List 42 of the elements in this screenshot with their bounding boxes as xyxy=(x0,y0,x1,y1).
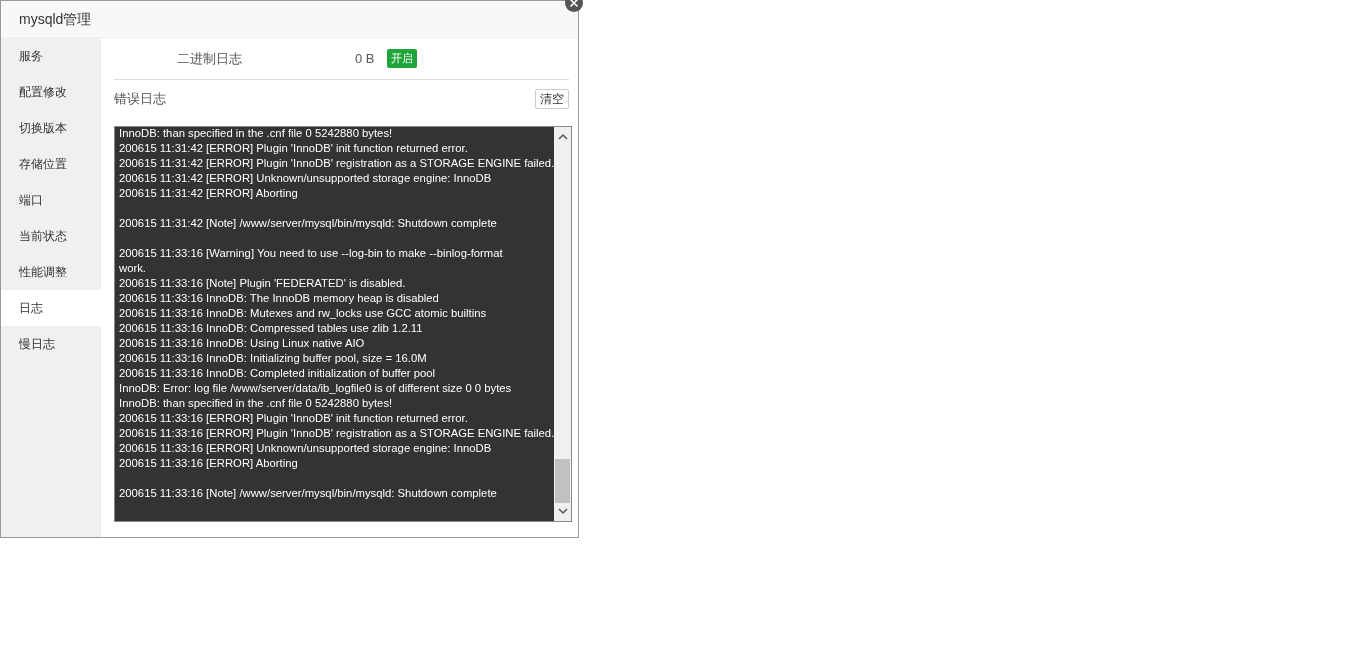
log-line: 200615 11:31:42 [ERROR] Plugin 'InnoDB' registration as a STORAGE ENGINE failed. xyxy=(119,156,555,171)
sidebar-item[interactable]: 存储位置 xyxy=(1,146,101,182)
log-line: 200615 11:33:16 InnoDB: Using Linux native AIO xyxy=(119,336,366,351)
log-line: 200615 11:31:42 [ERROR] Aborting xyxy=(119,186,299,201)
log-line: 200615 11:33:16 [Note] Plugin 'FEDERATED' is disabled. xyxy=(119,276,407,291)
log-line: 200615 11:31:42 [ERROR] Unknown/unsupported storage engine: InnoDB xyxy=(119,171,493,186)
sidebar-item[interactable]: 日志 xyxy=(1,290,101,326)
status-badge: 开启 xyxy=(386,49,417,68)
sidebar-item[interactable]: 性能调整 xyxy=(1,254,101,290)
clear-button[interactable]: 清空 xyxy=(535,89,570,109)
log-line: 200615 11:33:16 InnoDB: The InnoDB memory heap is disabled xyxy=(119,291,440,306)
log-line: 200615 11:33:16 [ERROR] Unknown/unsupported storage engine: InnoDB xyxy=(119,441,493,456)
log-line: 200615 11:33:16 [ERROR] Plugin 'InnoDB' init function returned error. xyxy=(119,411,469,426)
log-line: 200615 11:31:42 [Note] /www/server/mysql/bin/mysqld: Shutdown complete xyxy=(119,216,498,231)
log-line: 200615 11:33:16 [Note] /www/server/mysql/bin/mysqld: Shutdown complete xyxy=(119,486,498,501)
log-line: work. xyxy=(119,261,147,276)
sidebar-item[interactable]: 服务 xyxy=(1,38,101,74)
sidebar-item[interactable]: 切换版本 xyxy=(1,110,101,146)
log-line: InnoDB: Error: log file /www/server/data/ib_logfile0 is of different size 0 0 bytes xyxy=(119,381,513,396)
log-line: 200615 11:31:42 [ERROR] Plugin 'InnoDB' init function returned error. xyxy=(119,141,469,156)
log-line: InnoDB: than specified in the .cnf file 0 5242880 bytes! xyxy=(119,127,394,141)
log-line: 200615 11:33:16 [ERROR] Plugin 'InnoDB' registration as a STORAGE ENGINE failed. xyxy=(119,426,555,441)
sidebar-item[interactable]: 慢日志 xyxy=(1,326,101,362)
sidebar-item[interactable]: 配置修改 xyxy=(1,74,101,110)
scroll-up-icon[interactable] xyxy=(557,133,568,141)
section-title: 错误日志 xyxy=(114,90,166,109)
binlog-label: 二进制日志 xyxy=(177,49,243,68)
scroll-down-icon[interactable] xyxy=(557,507,568,515)
log-line: 200615 11:33:16 InnoDB: Mutexes and rw_locks use GCC atomic builtins xyxy=(119,306,488,321)
log-line: 200615 11:33:16 InnoDB: Compressed tables use zlib 1.2.11 xyxy=(119,321,424,336)
log-line: 200615 11:33:16 [Warning] You need to use --log-bin to make --binlog-format xyxy=(119,246,504,261)
scroll-thumb[interactable] xyxy=(555,459,571,503)
sidebar-item[interactable]: 当前状态 xyxy=(1,218,101,254)
log-line: 200615 11:33:16 InnoDB: Completed initialization of buffer pool xyxy=(119,366,437,381)
window-title: mysqld管理 xyxy=(19,9,92,29)
log-line: 200615 11:33:16 [ERROR] Aborting xyxy=(119,456,299,471)
close-icon[interactable] xyxy=(564,0,584,13)
log-line: 200615 11:33:16 InnoDB: Initializing buffer pool, size = 16.0M xyxy=(119,351,428,366)
binlog-size: 0 B xyxy=(355,49,375,68)
log-textarea[interactable] xyxy=(114,126,573,522)
log-line: InnoDB: than specified in the .cnf file 0 5242880 bytes! xyxy=(119,396,394,411)
sidebar-item[interactable]: 端口 xyxy=(1,182,101,218)
